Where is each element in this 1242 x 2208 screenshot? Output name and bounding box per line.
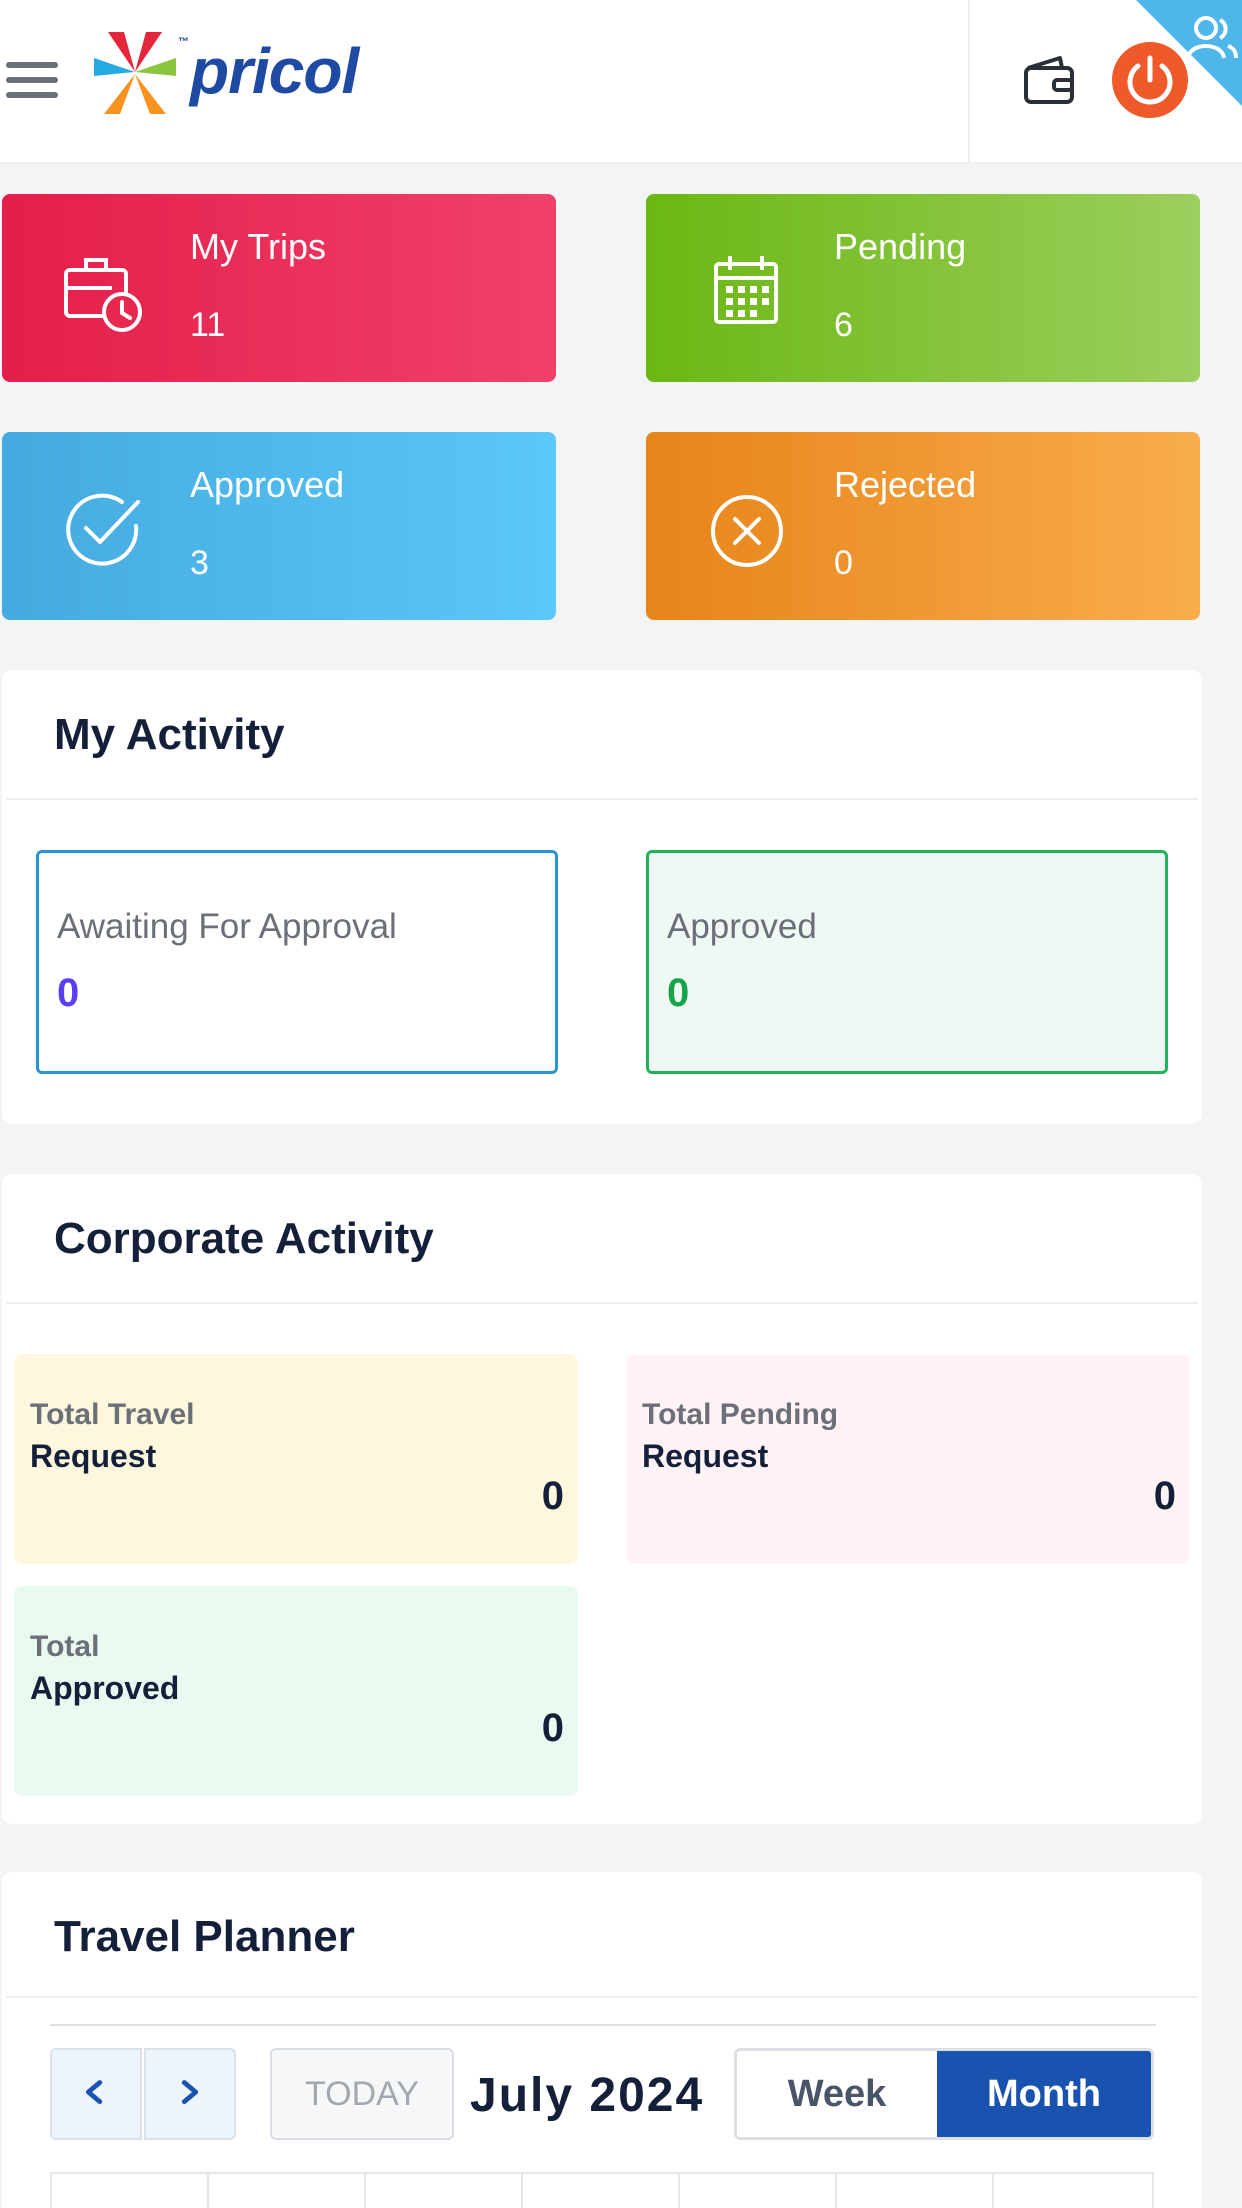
divider (6, 1996, 1198, 1998)
calendar-month-label: July 2024 (470, 2069, 705, 2122)
total-pending-request-card[interactable]: Total Pending Request 0 (626, 1354, 1190, 1564)
stat-card-rejected[interactable]: Rejected 0 (646, 432, 1200, 620)
approved-card[interactable]: Approved 0 (646, 850, 1168, 1074)
calendar-grid-header (50, 2172, 1154, 2208)
brand-logo[interactable]: ™ pricol (90, 28, 400, 120)
switch-user-button[interactable] (1136, 0, 1242, 106)
week-view-button[interactable]: Week (737, 2051, 937, 2137)
users-icon (1136, 0, 1242, 106)
check-circle-icon (66, 493, 140, 566)
stat-card-approved[interactable]: Approved 3 (2, 432, 556, 620)
view-toggle: Week Month (734, 2048, 1154, 2140)
trademark: ™ (178, 36, 189, 48)
pricol-mark-icon (94, 32, 176, 114)
approved-label: Approved (667, 907, 817, 946)
month-view-button[interactable]: Month (937, 2051, 1151, 2137)
card-label: Approved (30, 1670, 180, 1706)
stat-label: Rejected (834, 464, 977, 505)
stat-card-my-trips[interactable]: My Trips 11 (2, 194, 556, 382)
total-travel-request-card[interactable]: Total Travel Request 0 (14, 1354, 578, 1564)
brand-name: pricol (190, 35, 359, 107)
stat-value: 11 (190, 306, 226, 344)
card-value: 0 (541, 1706, 564, 1750)
card-label: Total Travel (30, 1398, 195, 1431)
briefcase-clock-icon (64, 258, 142, 332)
wallet-icon[interactable] (1020, 52, 1076, 108)
stat-card-pending[interactable]: Pending 6 (646, 194, 1200, 382)
stat-label: My Trips (190, 226, 327, 267)
card-value: 0 (1153, 1474, 1176, 1518)
my-activity-panel: My Activity Awaiting For Approval 0 Appr… (2, 670, 1202, 1124)
corporate-activity-title: Corporate Activity (54, 1214, 434, 1263)
awaiting-approval-count: 0 (57, 971, 80, 1015)
prev-month-button[interactable] (50, 2048, 142, 2140)
stat-label: Approved (190, 464, 345, 505)
travel-planner-panel: Travel Planner (2, 1872, 1202, 2208)
today-button[interactable]: TODAY (270, 2048, 454, 2140)
awaiting-approval-card[interactable]: Awaiting For Approval 0 (36, 850, 558, 1074)
stat-label: Pending (834, 226, 967, 267)
corporate-activity-panel: Corporate Activity Total Travel Request … (2, 1174, 1202, 1824)
header-divider (968, 0, 970, 164)
awaiting-approval-label: Awaiting For Approval (57, 907, 397, 946)
chevron-left-icon (85, 2080, 103, 2105)
next-month-button[interactable] (144, 2048, 236, 2140)
card-value: 0 (541, 1474, 564, 1518)
my-activity-title: My Activity (54, 710, 285, 759)
x-circle-icon (711, 495, 783, 567)
top-header: ™ pricol (0, 0, 1242, 164)
menu-icon[interactable] (6, 62, 58, 100)
card-label: Request (642, 1438, 769, 1474)
divider (6, 1302, 1198, 1304)
card-label: Total Pending (642, 1398, 839, 1431)
toolbar-rule (50, 2024, 1156, 2026)
chevron-right-icon (181, 2080, 199, 2105)
card-label: Total (30, 1630, 100, 1663)
calendar-icon (714, 256, 778, 324)
travel-planner-title: Travel Planner (54, 1912, 355, 1961)
stat-value: 3 (190, 544, 209, 582)
stat-value: 0 (834, 544, 853, 582)
total-approved-card[interactable]: Total Approved 0 (14, 1586, 578, 1796)
card-label: Request (30, 1438, 157, 1474)
divider (6, 798, 1198, 800)
stat-value: 6 (834, 306, 853, 344)
approved-count: 0 (667, 971, 690, 1015)
